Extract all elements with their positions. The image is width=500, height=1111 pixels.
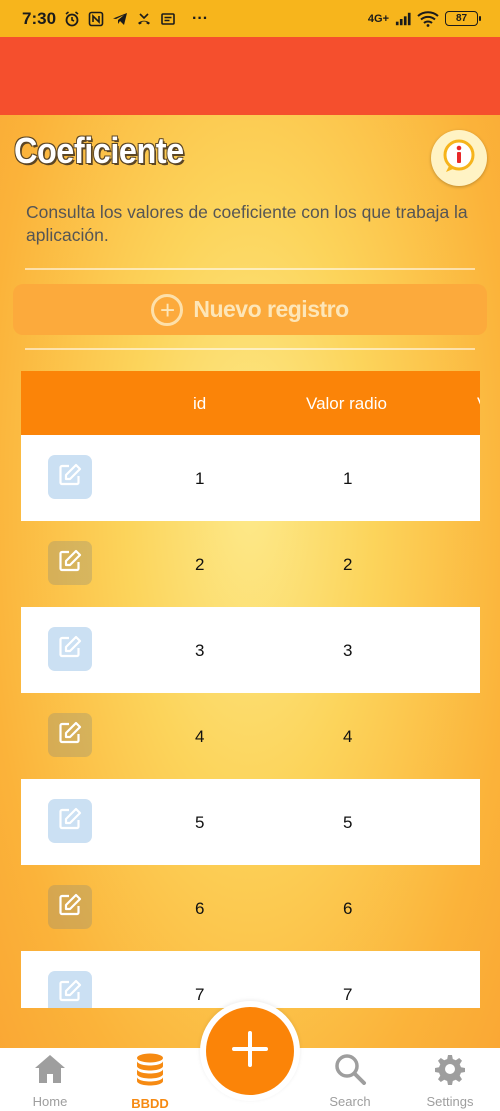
more-notifications: ··· — [192, 9, 209, 27]
new-record-label: Nuevo registro — [193, 296, 349, 322]
cell-id: 1 — [195, 469, 205, 488]
fab-body — [206, 1007, 294, 1095]
plus-circle-icon: + — [151, 293, 184, 326]
telegram-icon — [112, 11, 128, 27]
nav-item-settings[interactable]: Settings — [410, 1053, 490, 1109]
new-record-button[interactable]: + Nuevo registro — [13, 284, 487, 335]
edit-button[interactable] — [48, 971, 92, 1008]
edit-button[interactable] — [48, 541, 92, 585]
cell-id: 5 — [195, 813, 205, 832]
table-header: id Valor radio V — [21, 371, 480, 435]
edit-button[interactable] — [48, 713, 92, 757]
cell-valor-radio: 3 — [343, 641, 353, 660]
add-fab-button[interactable] — [200, 1001, 300, 1101]
table-row: 2 2 — [21, 521, 480, 607]
wifi-icon — [417, 10, 439, 27]
edit-icon — [57, 462, 83, 493]
gear-icon — [434, 1053, 466, 1090]
cell-id: 4 — [195, 727, 205, 746]
message-icon — [160, 11, 176, 27]
table-row: 7 7 — [21, 951, 480, 1008]
edit-icon — [57, 548, 83, 579]
nav-item-search[interactable]: Search — [310, 1053, 390, 1109]
cell-valor-radio: 6 — [343, 899, 353, 918]
cell-id: 2 — [195, 555, 205, 574]
alarm-icon — [64, 10, 80, 27]
info-button[interactable] — [431, 130, 487, 186]
table-row: 4 4 — [21, 693, 480, 779]
column-header-valor-radio: Valor radio — [306, 394, 387, 413]
cell-valor-radio: 1 — [343, 469, 353, 488]
page-title: Coeficiente — [14, 130, 184, 171]
nav-label-bbdd: BBDD — [131, 1096, 169, 1111]
status-time: 7:30 — [22, 8, 57, 28]
cell-valor-radio: 4 — [343, 727, 353, 746]
nav-item-home[interactable]: Home — [10, 1053, 90, 1109]
network-type: 4G+ — [367, 12, 389, 25]
cell-valor-radio: 2 — [343, 555, 353, 574]
nav-item-bbdd[interactable]: BBDD — [110, 1053, 190, 1111]
plus-icon — [230, 1029, 270, 1074]
search-icon — [333, 1053, 367, 1090]
divider-top — [25, 268, 475, 270]
edit-icon — [57, 806, 83, 837]
cell-valor-radio: 5 — [343, 813, 353, 832]
app-bar — [0, 37, 500, 115]
column-header-partial: V — [477, 394, 480, 414]
battery-indicator: 87 — [445, 11, 481, 26]
signal-icon — [395, 11, 411, 27]
edit-icon — [57, 892, 83, 923]
table-row: 1 1 — [21, 435, 480, 521]
page-description: Consulta los valores de coeficiente con … — [26, 202, 468, 245]
table-row: 3 3 — [21, 607, 480, 693]
database-icon — [135, 1053, 165, 1092]
missed-call-icon — [136, 11, 152, 27]
nav-label-search: Search — [329, 1094, 371, 1109]
table-row: 5 5 — [21, 779, 480, 865]
cell-id: 6 — [195, 899, 205, 918]
nav-label-home: Home — [32, 1094, 68, 1109]
column-header-id: id — [193, 394, 207, 413]
home-icon — [33, 1053, 67, 1090]
cell-id: 7 — [195, 985, 205, 1004]
data-table[interactable]: id Valor radio V 1 1 2 2 3 3 4 4 5 — [21, 371, 480, 1008]
edit-icon — [57, 634, 83, 665]
info-icon — [441, 138, 477, 179]
status-bar: 7:30 ··· 4G+ 87 — [0, 0, 500, 37]
edit-icon — [57, 720, 83, 751]
divider-bottom — [25, 348, 475, 350]
edit-icon — [57, 978, 83, 1009]
edit-button[interactable] — [48, 799, 92, 843]
nav-label-settings: Settings — [426, 1094, 474, 1109]
edit-button[interactable] — [48, 885, 92, 929]
cell-id: 3 — [195, 641, 205, 660]
cell-valor-radio: 7 — [343, 985, 353, 1004]
nfc-icon — [88, 11, 104, 27]
table-row: 6 6 — [21, 865, 480, 951]
edit-button[interactable] — [48, 627, 92, 671]
edit-button[interactable] — [48, 455, 92, 499]
